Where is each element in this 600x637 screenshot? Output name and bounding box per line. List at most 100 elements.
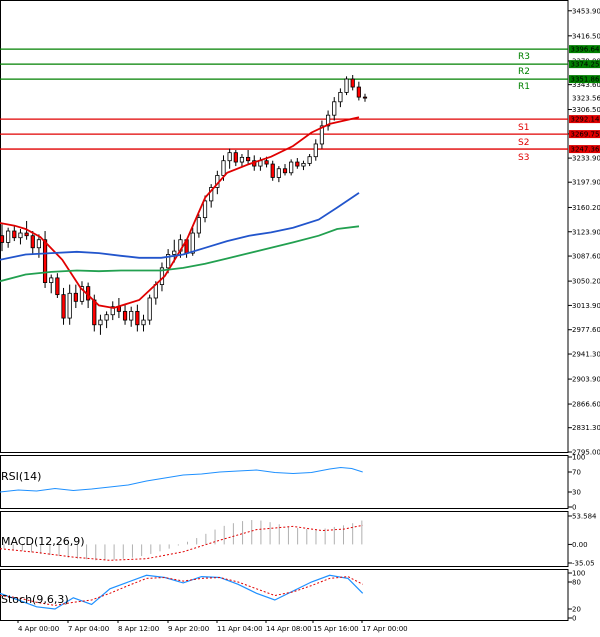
candle-down bbox=[12, 230, 17, 239]
rsi-line bbox=[0, 466, 363, 493]
candle-up bbox=[332, 101, 337, 116]
candle-up bbox=[172, 250, 177, 255]
level-name-s1: S1 bbox=[518, 123, 529, 133]
rsi-tick-label: 0 bbox=[572, 504, 576, 512]
price-tick-label: 2903.90 bbox=[572, 376, 600, 384]
candle-down bbox=[356, 86, 361, 98]
candle-down bbox=[55, 277, 60, 296]
chart-canvas: R3R2R1S1S2S3 3453.903416.503379.003343.6… bbox=[0, 0, 600, 633]
candle-down bbox=[282, 168, 288, 174]
price-tick-label: 3123.90 bbox=[572, 228, 600, 236]
stoch-tick-label: 80 bbox=[572, 579, 581, 587]
rsi-tick-label: 70 bbox=[572, 469, 581, 477]
candle-up bbox=[221, 160, 226, 176]
candle-down bbox=[270, 163, 275, 178]
candle-up bbox=[289, 161, 294, 174]
price-tick-label: 2866.60 bbox=[572, 401, 600, 409]
candle-up bbox=[276, 168, 281, 178]
candle-up bbox=[313, 143, 318, 158]
price-tick-label: 3050.20 bbox=[572, 278, 600, 286]
time-tick-label: 8 Apr 12:00 bbox=[118, 625, 159, 633]
time-axis: 4 Apr 00:00 7 Apr 04:00 8 Apr 12:00 9 Apr 2… bbox=[17, 620, 408, 633]
candle-down bbox=[73, 292, 78, 302]
rsi-tick-label: 30 bbox=[572, 489, 581, 497]
candle-up bbox=[36, 239, 42, 249]
level-name-s2: S2 bbox=[518, 138, 529, 148]
candle-up bbox=[147, 297, 152, 321]
macd-tick-label: 53.584 bbox=[572, 513, 597, 521]
candle-up bbox=[6, 230, 11, 243]
candle-down bbox=[135, 310, 140, 326]
candle-down bbox=[42, 239, 48, 283]
panel-border bbox=[0, 511, 569, 567]
level-tag-label-r3: 3396.64 bbox=[571, 46, 600, 54]
level-name-s3: S3 bbox=[518, 153, 529, 163]
candle-up bbox=[104, 314, 109, 321]
price-axis: 3453.903416.503379.003343.603306.503270.… bbox=[568, 7, 600, 623]
level-name-r3: R3 bbox=[518, 52, 530, 62]
candle-down bbox=[122, 310, 128, 321]
chart-window: R3R2R1S1S2S3 3453.903416.503379.003343.6… bbox=[0, 0, 600, 637]
level-tag-label-r2: 3374.25 bbox=[571, 61, 600, 69]
candle-down bbox=[350, 78, 355, 88]
price-tick-label: 2977.60 bbox=[572, 326, 600, 334]
candle-down bbox=[246, 156, 251, 162]
candle-down bbox=[92, 299, 97, 326]
time-tick-label: 4 Apr 00:00 bbox=[18, 625, 59, 633]
candle-up bbox=[98, 319, 103, 326]
time-tick-label: 14 Apr 08:00 bbox=[266, 625, 312, 633]
candle-down bbox=[362, 96, 368, 99]
level-tag-label-s1: 3292.14 bbox=[571, 116, 600, 124]
candle-down bbox=[24, 232, 29, 237]
level-name-r1: R1 bbox=[518, 82, 530, 92]
level-tag-label-r1: 3351.86 bbox=[571, 76, 600, 84]
price-tick-label: 3306.50 bbox=[572, 106, 600, 114]
time-tick-label: 11 Apr 04:00 bbox=[217, 625, 263, 633]
candle-down bbox=[264, 160, 269, 165]
candle-up bbox=[141, 319, 146, 326]
stoch-tick-label: 100 bbox=[572, 570, 585, 578]
ma-red-line bbox=[0, 116, 360, 309]
stoch-tick-label: 20 bbox=[572, 606, 581, 614]
time-tick-label: 7 Apr 04:00 bbox=[68, 625, 109, 633]
time-tick-label: 17 Apr 00:00 bbox=[362, 625, 408, 633]
candle-down bbox=[30, 235, 35, 249]
stoch-panel: Stoch(9,6,3) bbox=[0, 574, 364, 610]
price-plot: R3 R2 R1 S1 S2 S3 bbox=[0, 48, 568, 335]
macd-tick-label: -35.05 bbox=[572, 560, 595, 568]
panel-border bbox=[0, 0, 569, 453]
candle-up bbox=[67, 292, 72, 319]
level-tag-label-s2: 3269.75 bbox=[571, 131, 600, 139]
level-name-r2: R2 bbox=[518, 67, 530, 77]
candle-up bbox=[202, 200, 208, 219]
price-tick-label: 3233.90 bbox=[572, 155, 600, 163]
time-tick-label: 15 Apr 16:00 bbox=[313, 625, 359, 633]
candle-down bbox=[295, 161, 300, 167]
macd-tick-label: 0.00 bbox=[572, 541, 588, 549]
candle-down bbox=[61, 294, 66, 319]
panel-border bbox=[0, 455, 569, 509]
candle-up bbox=[18, 232, 23, 239]
stoch-tick-label: 0 bbox=[572, 615, 576, 623]
level-tag-label-s3: 3247.36 bbox=[571, 146, 600, 154]
macd-panel: MACD(12,26,9) bbox=[0, 520, 363, 561]
candle-up bbox=[227, 152, 232, 162]
price-tick-label: 3160.20 bbox=[572, 204, 600, 212]
rsi-panel: RSI(14) bbox=[0, 466, 363, 493]
candle-up bbox=[301, 162, 306, 167]
time-tick-label: 9 Apr 20:00 bbox=[168, 625, 209, 633]
candle-up bbox=[49, 277, 54, 283]
price-tick-label: 3416.50 bbox=[572, 32, 600, 40]
candle-up bbox=[129, 310, 134, 321]
candle-down bbox=[0, 235, 5, 243]
candle-up bbox=[307, 156, 312, 164]
price-tick-label: 3453.90 bbox=[572, 7, 600, 15]
price-tick-label: 2941.30 bbox=[572, 351, 600, 359]
rsi-label: RSI(14) bbox=[1, 470, 41, 483]
candle-down bbox=[233, 152, 238, 163]
price-tick-label: 2831.30 bbox=[572, 424, 600, 432]
price-tick-label: 3197.90 bbox=[572, 179, 600, 187]
current-price-label: 3323.56 bbox=[572, 95, 600, 103]
candle-up bbox=[239, 156, 245, 163]
stoch-label: Stoch(9,6,3) bbox=[1, 593, 69, 606]
